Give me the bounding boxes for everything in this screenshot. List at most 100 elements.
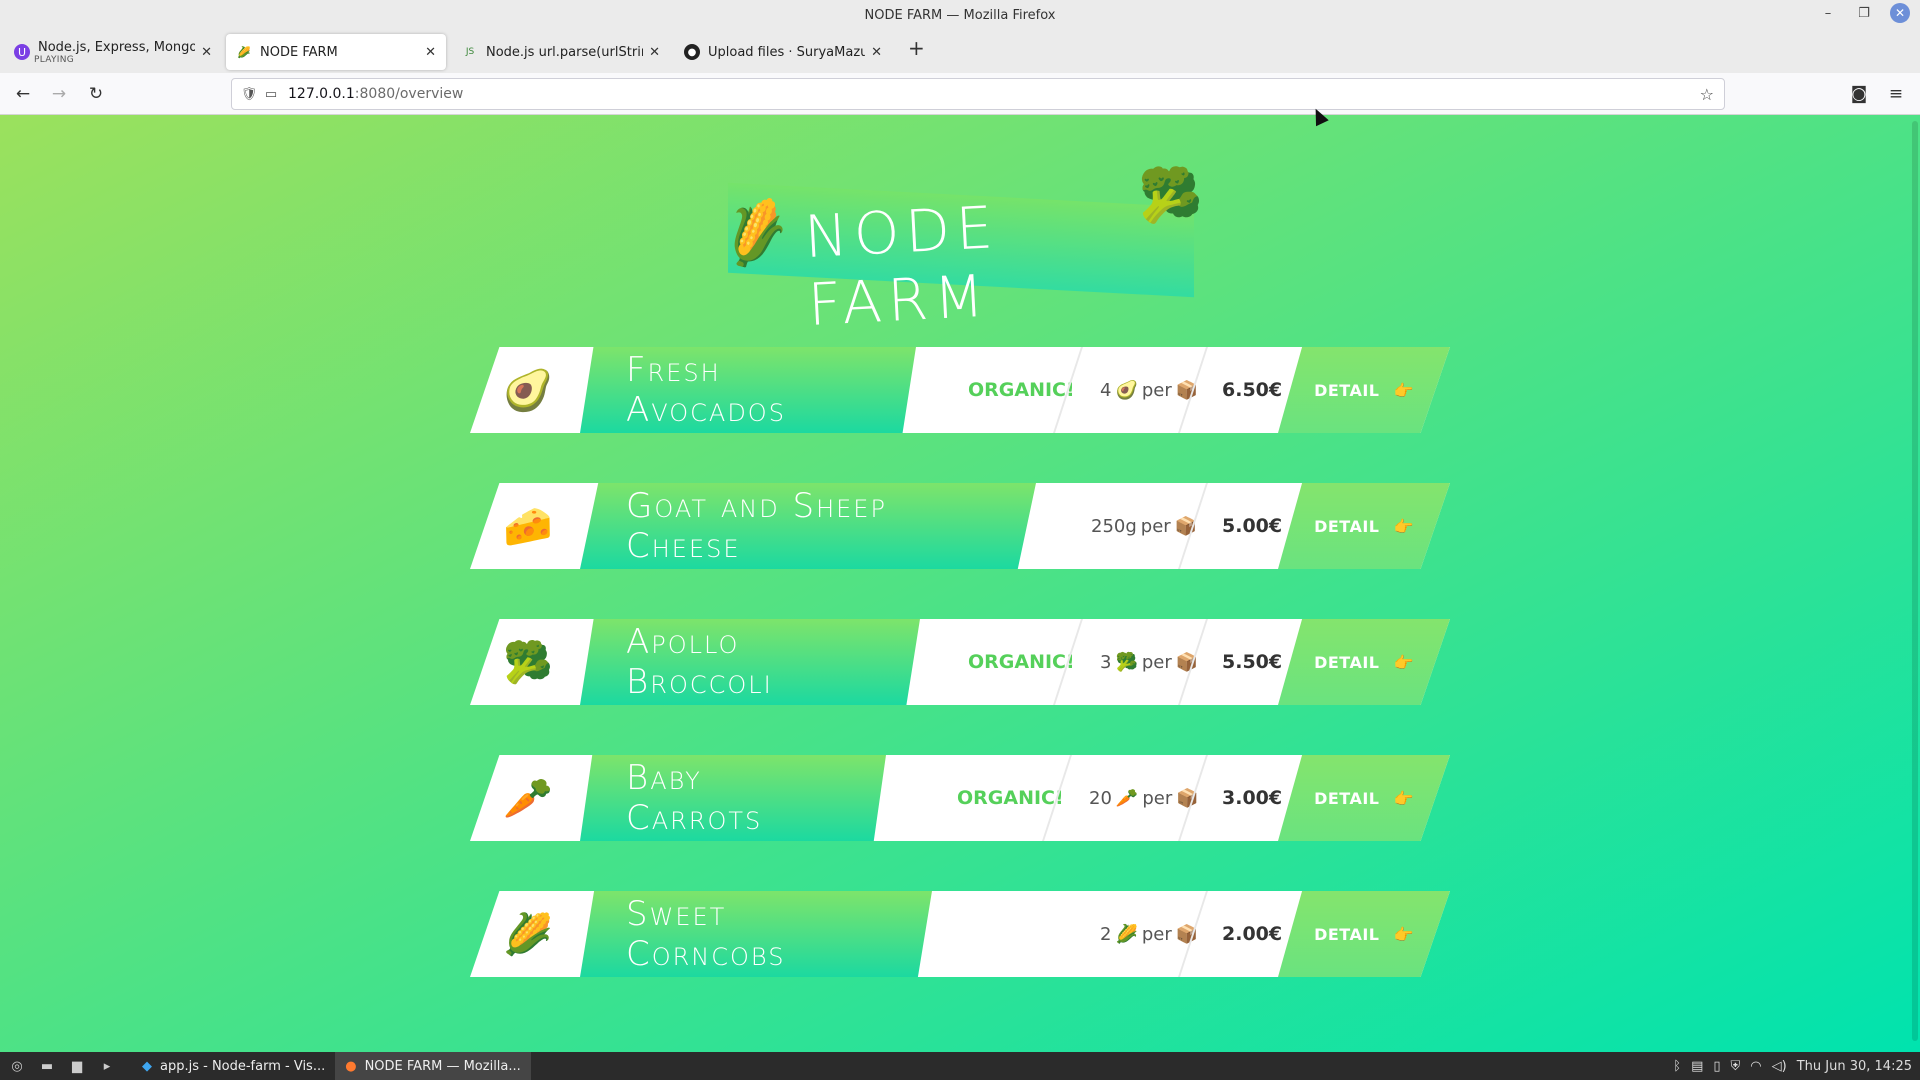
volume-icon[interactable]: ◁) [1772,1059,1787,1074]
product-card: 🥑 Fresh Avocados ORGANIC! 4 🥑 per 📦 6.50… [470,347,1450,433]
task-firefox[interactable]: ● NODE FARM — Mozilla... [335,1052,531,1080]
tab-github-upload[interactable]: ● Upload files · SuryaMazumd ✕ [674,34,892,70]
per-label: per [1141,379,1172,401]
product-card: 🥕 Baby Carrots ORGANIC! 20 🥕 per 📦 3.00€… [470,755,1450,841]
close-tab-icon[interactable]: ✕ [201,45,212,60]
corn-icon: 🌽 [1115,923,1138,945]
tab-title: Node.js url.parse(urlString, p [486,44,643,60]
files-icon[interactable]: ▆ [64,1055,90,1077]
per-label: per [1140,515,1171,537]
close-tab-icon[interactable]: ✕ [425,45,436,60]
pointing-hand-icon: 👉 [1393,924,1414,944]
clock[interactable]: Thu Jun 30, 14:25 [1797,1059,1912,1074]
close-tab-icon[interactable]: ✕ [649,45,660,60]
window-controls: – ❐ ✕ [1818,3,1910,23]
broccoli-icon: 🥦 [503,639,553,686]
product-name[interactable]: Baby Carrots [580,755,886,841]
tab-title: Node.js, Express, MongoDB [38,39,196,55]
taskbar: ◎ ▬ ▆ ▸ ◆ app.js - Node-farm - Vis... ● … [0,1052,1920,1080]
url-host: 127.0.0.1 [288,86,355,102]
product-card: 🧀 Goat and Sheep Cheese 250g per 📦 5.00€… [470,483,1450,569]
system-tray: ᛒ ▤ ▯ ⛨ ◠ ◁) Thu Jun 30, 14:25 [1673,1052,1912,1080]
restore-icon[interactable]: ❐ [1854,3,1874,23]
tab-nodejs-course[interactable]: U Node.js, Express, MongoDB PLAYING ✕ [4,34,222,70]
close-icon[interactable]: ✕ [1890,3,1910,23]
per-label: per [1141,923,1172,945]
page-info-icon[interactable]: ▭ [260,87,282,102]
detail-button[interactable]: DETAIL 👉 [1278,755,1450,841]
task-vscode[interactable]: ◆ app.js - Node-farm - Vis... [132,1052,335,1080]
product-card: 🌽 Sweet Corncobs 2 🌽 per 📦 2.00€ DETAIL … [470,891,1450,977]
product-price: 5.00€ [1222,515,1283,537]
clipboard-icon[interactable]: ▤ [1691,1059,1703,1074]
pointing-hand-icon: 👉 [1393,788,1414,808]
podcast-icon: U [14,44,30,60]
url-path: :8080/overview [354,86,464,102]
product-price: 2.00€ [1222,923,1283,945]
battery-icon[interactable]: ▯ [1713,1059,1720,1074]
terminal-icon[interactable]: ▸ [94,1055,120,1077]
firefox-icon: ● [345,1058,357,1074]
pointing-hand-icon: 👉 [1393,516,1414,536]
start-menu-icon[interactable]: ◎ [4,1055,30,1077]
bookmark-star-icon[interactable]: ☆ [1700,85,1714,104]
bluetooth-icon[interactable]: ᛒ [1673,1059,1681,1074]
tab-node-url-parse[interactable]: JS Node.js url.parse(urlString, p ✕ [452,34,670,70]
product-price: 6.50€ [1222,379,1283,401]
detail-button[interactable]: DETAIL 👉 [1278,891,1450,977]
menu-icon[interactable]: ≡ [1882,81,1910,107]
product-name[interactable]: Apollo Broccoli [580,619,920,705]
task-label: app.js - Node-farm - Vis... [160,1058,326,1074]
quantity-value: 250g [1091,515,1137,537]
quantity-value: 3 [1100,651,1112,673]
new-tab-icon[interactable]: + [908,36,925,60]
per-label: per [1141,651,1172,673]
pointing-hand-icon: 👉 [1393,380,1414,400]
quantity-value: 2 [1100,923,1112,945]
detail-label: DETAIL [1314,924,1380,944]
site-logo[interactable]: 🌽 NODE FARM 🥦 [715,165,1203,339]
node-icon: JS [465,47,475,57]
corn-icon: 🌽 [237,45,251,59]
vscode-icon: ◆ [142,1058,152,1074]
wifi-icon[interactable]: ◠ [1750,1059,1761,1074]
close-tab-icon[interactable]: ✕ [871,45,882,60]
carrot-icon: 🥕 [1115,787,1139,809]
detail-button[interactable]: DETAIL 👉 [1278,483,1450,569]
quantity-value: 4 [1100,379,1112,401]
cheese-icon: 🧀 [503,503,553,550]
pointing-hand-icon: 👉 [1393,652,1414,672]
window-titlebar: NODE FARM — Mozilla Firefox – ❐ ✕ [0,0,1920,30]
tab-title: Upload files · SuryaMazumd [708,44,866,60]
tab-title: NODE FARM [260,44,338,60]
detail-label: DETAIL [1314,652,1380,672]
product-price: 3.00€ [1222,787,1283,809]
broccoli-icon: 🥦 [1115,651,1138,673]
detail-label: DETAIL [1314,788,1380,808]
pocket-icon[interactable]: ◙ [1845,81,1873,107]
shield-icon[interactable]: 🛡 [238,87,260,102]
back-icon[interactable]: ← [9,81,37,107]
product-name[interactable]: Fresh Avocados [580,347,916,433]
minimize-icon[interactable]: – [1818,3,1838,23]
tab-node-farm[interactable]: 🌽 NODE FARM ✕ [226,34,446,70]
tab-playing-label: PLAYING [34,55,75,65]
navigation-bar: ← → ↻ 🛡 ▭ 127.0.0.1:8080/overview ☆ ◙ ≡ [0,73,1920,115]
page-content: 🌽 NODE FARM 🥦 🥑 Fresh Avocados ORGANIC! … [0,115,1920,1052]
product-name[interactable]: Goat and Sheep Cheese [580,483,1036,569]
url-bar[interactable]: 🛡 ▭ 127.0.0.1:8080/overview ☆ [231,78,1725,110]
forward-icon[interactable]: → [45,81,73,107]
broccoli-icon: 🥦 [1138,166,1203,226]
detail-label: DETAIL [1314,516,1380,536]
product-name[interactable]: Sweet Corncobs [580,891,932,977]
shield-icon[interactable]: ⛨ [1731,1059,1741,1074]
reload-icon[interactable]: ↻ [82,81,110,107]
window-title: NODE FARM — Mozilla Firefox [864,7,1056,23]
detail-button[interactable]: DETAIL 👉 [1278,347,1450,433]
page-scrollbar[interactable] [1912,121,1918,1041]
product-list: 🥑 Fresh Avocados ORGANIC! 4 🥑 per 📦 6.50… [470,347,1450,1027]
carrot-icon: 🥕 [503,775,553,822]
detail-button[interactable]: DETAIL 👉 [1278,619,1450,705]
product-card: 🥦 Apollo Broccoli ORGANIC! 3 🥦 per 📦 5.5… [470,619,1450,705]
show-desktop-icon[interactable]: ▬ [34,1055,60,1077]
